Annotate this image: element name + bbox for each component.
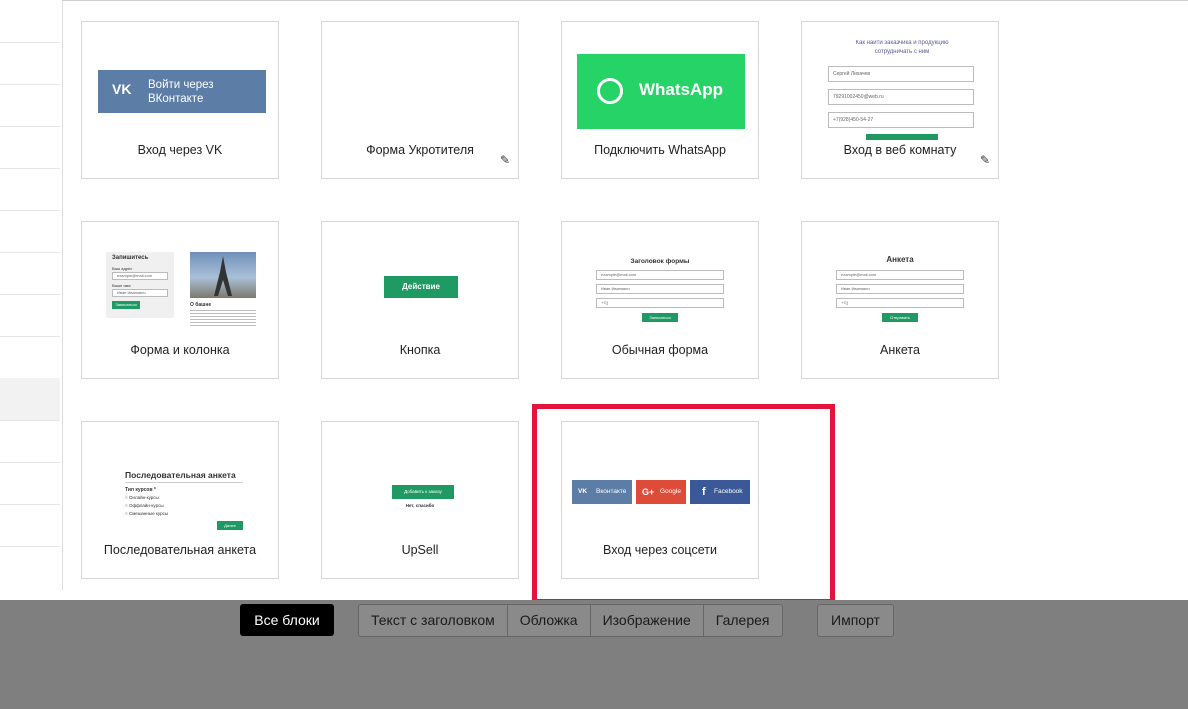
sidebar-row[interactable]: [0, 336, 60, 379]
preview-name-field: Сергей Лихачев: [828, 66, 974, 82]
sidebar-row-selected[interactable]: [0, 378, 60, 421]
google-plus-icon: G+: [642, 487, 655, 497]
card-caption: Вход через соцсети: [603, 543, 717, 557]
sidebar-row[interactable]: [0, 252, 60, 295]
block-card-simple-form[interactable]: Заголовок формы example@mail.com Иван Ив…: [561, 221, 759, 379]
preview-field: +7(): [596, 298, 724, 308]
sidebar-row[interactable]: [0, 0, 60, 43]
whatsapp-label: WhatsApp: [639, 80, 724, 99]
preview-question: Тип курсов *: [125, 487, 156, 493]
block-card-sequential-survey[interactable]: Последовательная анкета Тип курсов * ○ О…: [81, 421, 279, 579]
vk-login-preview: VK Войти через ВКонтакте: [98, 70, 266, 113]
sidebar-row[interactable]: [0, 126, 60, 169]
preview-submit: Записаться: [112, 301, 140, 309]
vk-logo-icon: VK: [112, 81, 132, 97]
card-caption: Подключить WhatsApp: [594, 143, 726, 157]
preview-action-button: Действие: [384, 276, 458, 298]
preview-divider: [125, 482, 243, 483]
preview-field: Иван Иванович: [836, 284, 964, 294]
pencil-icon[interactable]: ✎: [500, 154, 510, 166]
card-caption: Кнопка: [399, 343, 441, 357]
block-card-survey[interactable]: Анкета example@mail.com Иван Иванович +7…: [801, 221, 999, 379]
preview-field: example@mail.com: [596, 270, 724, 280]
preview-field: Иван Иванович: [596, 284, 724, 294]
column-text-lines: [190, 310, 256, 328]
preview-option: ○ Смешанные курсы: [125, 511, 169, 516]
block-card-form-column[interactable]: Запишитесь Ваш адрес example@mail.com Ва…: [81, 221, 279, 379]
sidebar-row[interactable]: [0, 462, 60, 505]
preview-header-1: Как найти заказчика и продукцию: [855, 40, 949, 46]
block-card-whatsapp[interactable]: WhatsApp Подключить WhatsApp: [561, 21, 759, 179]
preview-title: Последовательная анкета: [125, 470, 236, 480]
tab-cover[interactable]: Обложка: [508, 605, 591, 636]
block-card-web-room[interactable]: Как найти заказчика и продукцию сотрудни…: [801, 21, 999, 179]
vk-logo-icon: VK: [578, 488, 588, 495]
preview-vk-button: VK Вконтакте: [572, 480, 632, 504]
preview-field: example@mail.com: [836, 270, 964, 280]
card-caption: Последовательная анкета: [103, 543, 257, 557]
block-card-social-login[interactable]: VK Вконтакте G+ Google f Facebook Вход ч…: [561, 421, 759, 579]
preview-field: +7(): [836, 298, 964, 308]
pencil-icon[interactable]: ✎: [980, 154, 990, 166]
sidebar-row[interactable]: [0, 420, 60, 463]
form-column-preview: Запишитесь Ваш адрес example@mail.com Ва…: [106, 252, 174, 318]
block-card-tamer-form[interactable]: Форма Укротителя ✎: [321, 21, 519, 179]
preview-submit: [866, 134, 938, 140]
card-caption: UpSell: [401, 543, 439, 557]
block-card-button[interactable]: Действие Кнопка: [321, 221, 519, 379]
card-caption: Вход в веб комнату: [843, 143, 957, 157]
block-card-vk-login[interactable]: VK Войти через ВКонтакте Вход через VK: [81, 21, 279, 179]
sidebar-row[interactable]: [0, 168, 60, 211]
card-caption: Обычная форма: [611, 343, 709, 357]
preview-title: Запишитесь: [112, 255, 149, 261]
preview-label: Ваш адрес: [112, 266, 133, 271]
preview-option: ○ Онлайн-курсы: [125, 495, 159, 500]
eiffel-tower-icon: [214, 256, 232, 296]
preview-next: Далее: [217, 521, 243, 530]
preview-phone-field: +7(928)450-54-27: [828, 112, 974, 128]
card-caption: Анкета: [880, 343, 920, 357]
whatsapp-icon: [597, 78, 623, 104]
preview-label: Ваше имя: [112, 283, 131, 288]
sidebar-row[interactable]: [0, 504, 60, 547]
preview-title: Анкета: [886, 255, 914, 264]
card-caption: Вход через VK: [137, 143, 223, 157]
preview-submit: Записаться: [642, 313, 678, 322]
preview-header-2: сотрудничать с ним: [874, 49, 930, 55]
sidebar-row[interactable]: [0, 84, 60, 127]
preview-google-button: G+ Google: [636, 480, 686, 504]
column-title: О башне: [190, 302, 212, 308]
vk-button-text: Войти через ВКонтакте: [148, 79, 214, 105]
block-card-upsell[interactable]: Добавить к заказу Нет, спасибо UpSell: [321, 421, 519, 579]
preview-title: Заголовок формы: [630, 258, 690, 265]
sidebar: [0, 0, 63, 590]
preview-facebook-button: f Facebook: [690, 480, 750, 504]
preview-decline: Нет, спасибо: [405, 503, 435, 508]
sidebar-row[interactable]: [0, 42, 60, 85]
tab-text-with-title[interactable]: Текст с заголовком: [359, 605, 508, 636]
preview-field: Иван Иванович: [112, 289, 168, 297]
card-caption: Форма и колонка: [130, 343, 230, 357]
tab-all-blocks[interactable]: Все блоки: [240, 604, 334, 636]
tab-image[interactable]: Изображение: [591, 605, 704, 636]
preview-submit: Отправить: [882, 313, 918, 322]
top-divider: [62, 0, 1188, 1]
card-caption: Форма Укротителя: [366, 143, 474, 157]
preview-email-field: 79291002450@web.ru: [828, 89, 974, 105]
sidebar-row[interactable]: [0, 294, 60, 337]
sidebar-row[interactable]: [0, 210, 60, 253]
preview-option: ○ Оффлайн-курсы: [125, 503, 164, 508]
import-button[interactable]: Импорт: [817, 604, 894, 637]
facebook-icon: f: [702, 486, 706, 498]
web-room-preview: Как найти заказчика и продукцию сотрудни…: [818, 40, 986, 140]
preview-add-button: Добавить к заказу: [392, 485, 454, 499]
category-tab-group: Текст с заголовком Обложка Изображение Г…: [358, 604, 783, 637]
tower-image: [190, 252, 256, 298]
preview-field: example@mail.com: [112, 272, 168, 280]
tab-gallery[interactable]: Галерея: [704, 605, 782, 636]
whatsapp-preview: WhatsApp: [577, 54, 745, 129]
